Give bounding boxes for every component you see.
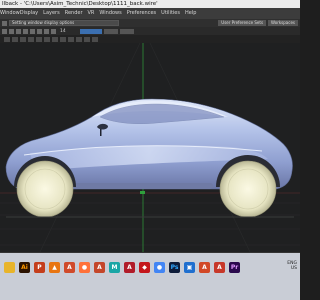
menu-item-vr[interactable]: VR <box>88 8 95 19</box>
alias-icon[interactable]: A <box>214 261 225 273</box>
chrome-icon[interactable]: ● <box>154 261 165 273</box>
powerpoint-icon[interactable]: P <box>34 261 45 273</box>
shelf-icon-11[interactable] <box>84 36 90 42</box>
pan-tool-icon[interactable] <box>51 28 56 34</box>
layer-slot-3[interactable] <box>119 28 134 34</box>
menu-item-preferences[interactable]: Preferences <box>127 8 156 19</box>
shelf-icon-3[interactable] <box>20 36 26 42</box>
layer-slot-2[interactable] <box>103 28 118 34</box>
toolbar-top: Setting window display options User Pref… <box>0 19 300 27</box>
illustrator-icon[interactable]: Ai <box>19 261 30 273</box>
shelf-icon-10[interactable] <box>76 36 82 42</box>
tray-region: US <box>290 266 297 271</box>
menu-item-windowdisplay[interactable]: WindowDisplay <box>0 8 38 19</box>
shelf-icon-12[interactable] <box>92 36 98 42</box>
premiere-icon[interactable]: Pr <box>229 261 240 273</box>
shelf-icon-6[interactable] <box>44 36 50 42</box>
shelf-icon-2[interactable] <box>12 36 18 42</box>
folder-icon[interactable] <box>4 261 15 273</box>
windows-taskbar: Ai P ▲ A ● A M A ◆ ● Ps ▣ A A Pr ENG US <box>0 253 300 300</box>
autodesk-3-icon[interactable]: A <box>199 261 210 273</box>
shelf-icon-1[interactable] <box>4 36 10 42</box>
active-layer-slot[interactable] <box>79 28 102 34</box>
system-tray[interactable]: ENG US <box>287 261 297 271</box>
red-app-icon[interactable]: ◆ <box>139 261 150 273</box>
shelf-icon-7[interactable] <box>52 36 58 42</box>
scale-tool-icon[interactable] <box>23 28 28 34</box>
shelf-icon-8[interactable] <box>60 36 66 42</box>
toolbar-shelf <box>0 35 300 43</box>
select-tool-icon[interactable] <box>2 28 7 34</box>
taskbar-icons: Ai P ▲ A ● A M A ◆ ● Ps ▣ A A Pr <box>0 260 300 274</box>
shelf-icon-9[interactable] <box>68 36 74 42</box>
shelf-icon-5[interactable] <box>36 36 42 42</box>
autodesk-icon[interactable]: A <box>64 261 75 273</box>
autocad-icon[interactable]: A <box>124 261 135 273</box>
camera-tool-icon[interactable] <box>44 28 49 34</box>
menu-item-utilities[interactable]: Utilities <box>161 8 180 19</box>
menu-bar: WindowDisplay Layers Render VR Windows P… <box>0 8 300 19</box>
snap-tool-icon[interactable] <box>30 28 35 34</box>
firefox-icon[interactable]: ● <box>79 261 90 273</box>
workspaces-button[interactable]: Workspaces <box>268 20 298 26</box>
help-line-field[interactable]: Setting window display options <box>9 20 119 26</box>
photoshop-icon[interactable]: Ps <box>169 261 180 273</box>
3d-viewport[interactable] <box>0 43 300 252</box>
move-tool-icon[interactable] <box>9 28 14 34</box>
window-title: Ilback - 'C:\Users\Asim_Technic\Desktop\… <box>0 0 300 8</box>
shelf-icon-4[interactable] <box>28 36 34 42</box>
rotate-tool-icon[interactable] <box>16 28 21 34</box>
grid-tool-icon[interactable] <box>37 28 42 34</box>
photos-icon[interactable]: ▣ <box>184 261 195 273</box>
menu-item-layers[interactable]: Layers <box>43 8 60 19</box>
menu-item-render[interactable]: Render <box>65 8 83 19</box>
vlc-icon[interactable]: ▲ <box>49 261 60 273</box>
menu-item-help[interactable]: Help <box>185 8 196 19</box>
toolbar-grip-icon <box>2 20 7 26</box>
maya-icon[interactable]: M <box>109 261 120 273</box>
value-readout: 14 <box>60 28 66 34</box>
viewport-canvas <box>0 43 300 252</box>
menu-item-windows[interactable]: Windows <box>99 8 121 19</box>
autodesk-2-icon[interactable]: A <box>94 261 105 273</box>
user-preference-sets-button[interactable]: User Preference Sets <box>218 20 267 26</box>
rear-wheel[interactable] <box>216 155 280 218</box>
toolbar-tools: 14 <box>0 27 300 35</box>
origin-marker <box>140 191 145 194</box>
